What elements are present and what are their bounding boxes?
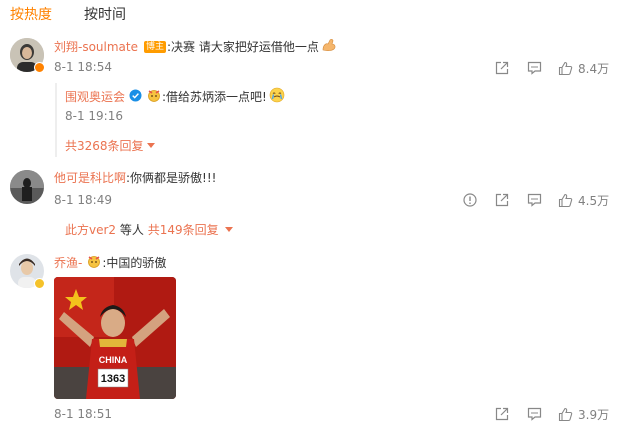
more-replies-link[interactable]: 共3268条回复	[65, 137, 155, 154]
comment-time: 8-1 18:54	[54, 60, 112, 74]
share-icon[interactable]	[495, 61, 509, 75]
comment-username[interactable]: 乔渔-	[54, 255, 82, 271]
like-button[interactable]: 4.5万	[558, 192, 609, 209]
chevron-down-icon	[146, 143, 155, 148]
comment-icon[interactable]	[527, 61, 542, 75]
reply-summary-user[interactable]: 此方ver2	[65, 223, 116, 237]
like-icon	[558, 193, 573, 208]
reply-summary-count[interactable]: 共149条回复	[148, 223, 219, 237]
chevron-down-icon	[224, 227, 233, 232]
photo-jersey-text: CHINA	[99, 355, 128, 365]
comment-time: 8-1 18:51	[54, 407, 112, 421]
reply-divider	[55, 83, 57, 157]
share-icon[interactable]	[495, 407, 509, 421]
avatar[interactable]	[10, 170, 44, 204]
comment-text: :决赛 请大家把好运借他一点	[167, 40, 319, 54]
verified-v-icon	[34, 278, 45, 289]
like-button[interactable]: 8.4万	[558, 60, 609, 77]
crying-emoji	[269, 87, 285, 107]
like-count: 8.4万	[578, 62, 610, 76]
reply-text: :借给苏炳添一点吧!	[162, 90, 267, 104]
like-icon	[558, 61, 573, 76]
comment-username[interactable]: 刘翔-soulmate	[54, 39, 138, 55]
tab-by-popularity[interactable]: 按热度	[10, 4, 52, 24]
like-icon	[558, 407, 573, 422]
report-icon[interactable]	[463, 193, 477, 207]
comment-icon[interactable]	[527, 193, 542, 207]
like-count: 3.9万	[578, 408, 610, 422]
verified-v-icon	[34, 62, 45, 73]
comment-text: :你俩都是骄傲!!!	[126, 171, 217, 185]
reply-summary-mid: 等人	[119, 223, 144, 237]
comment-time: 8-1 18:49	[54, 193, 112, 207]
reply-summary[interactable]: 此方ver2 等人 共149条回复	[65, 221, 233, 238]
medal-icon	[146, 88, 162, 106]
author-tag: 博主	[144, 41, 167, 53]
photo-bib-number: 1363	[101, 373, 125, 385]
muscle-emoji	[321, 38, 337, 56]
comment-photo[interactable]: CHINA 1363	[54, 277, 176, 399]
verified-icon	[129, 89, 142, 106]
tab-by-time[interactable]: 按时间	[84, 4, 126, 24]
comment-username[interactable]: 他可是科比啊	[54, 170, 126, 186]
like-button[interactable]: 3.9万	[558, 406, 609, 423]
share-icon[interactable]	[495, 193, 509, 207]
reply-time: 8-1 19:16	[65, 109, 123, 123]
comment-text: :中国的骄傲	[102, 256, 167, 270]
medal-icon	[86, 254, 102, 272]
like-count: 4.5万	[578, 194, 610, 208]
comment-icon[interactable]	[527, 407, 542, 421]
more-replies-label: 共3268条回复	[65, 139, 144, 153]
reply-username[interactable]: 围观奥运会	[65, 89, 125, 105]
